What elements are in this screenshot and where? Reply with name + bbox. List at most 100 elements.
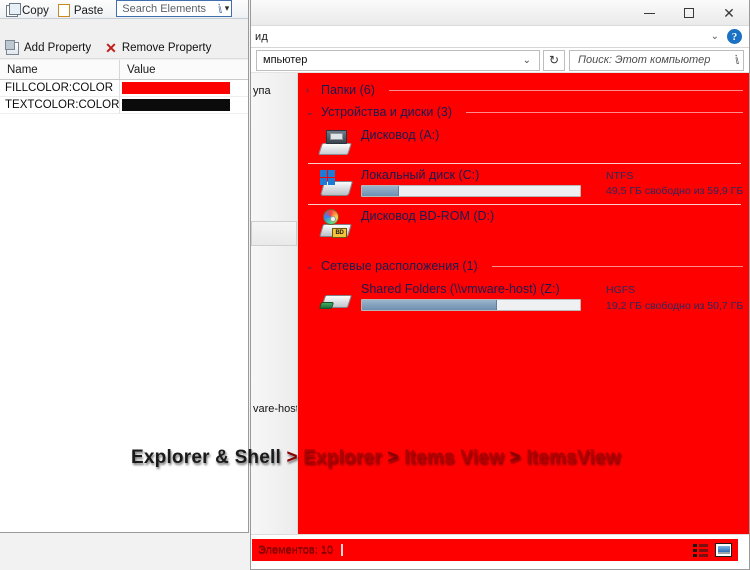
ribbon-tab-strip[interactable]: ид ⌄ ? [251,26,749,48]
breadcrumb-segment: > [387,447,398,468]
window-controls: ✕ [629,0,749,26]
add-property-button[interactable]: Add Property [6,42,91,55]
drive-meta: HGFS 19,2 ГБ свободно из 50,7 ГБ [606,282,741,313]
address-path-text: мпьютер [263,54,517,66]
table-row[interactable]: FILLCOLOR:COLOR [0,80,249,97]
group-rule [389,90,743,91]
maximize-icon [684,8,694,18]
drive-name: Дисковод (A:) [361,128,597,142]
drive-meta: NTFS 49,5 ГБ свободно из 59,9 ГБ [606,168,741,199]
group-header-folders[interactable]: › Папки (6) [298,79,749,101]
minimize-icon [644,13,655,14]
group-rule [492,266,743,267]
explorer-window: ✕ ид ⌄ ? мпьютер ⌄ ↻ Поиск: Этот компьют… [250,0,750,570]
drive-info: Shared Folders (\\vmware-host) (Z:) [361,282,597,311]
address-chevron-down-icon[interactable]: ⌄ [517,55,537,66]
property-value-cell[interactable] [120,80,249,97]
list-item[interactable]: Дисковод (A:) [298,123,749,163]
list-item[interactable]: BD Дисковод BD-ROM (D:) [298,204,749,244]
drive-info: Локальный диск (C:) [361,168,597,197]
refresh-icon: ↻ [549,53,559,67]
table-row[interactable]: TEXTCOLOR:COLOR [0,97,249,114]
chevron-down-icon[interactable]: ⌄ [711,31,719,42]
refresh-button[interactable]: ↻ [543,50,565,71]
address-row: мпьютер ⌄ ↻ Поиск: Этот компьютер ⅈ [251,48,749,73]
capacity-bar-fill [362,186,399,196]
nav-fragment-vmware-host[interactable]: vare-host [253,403,298,415]
group-header-network[interactable]: ⌄ Сетевые расположения (1) [298,255,749,277]
drive-meta [606,209,741,210]
drive-name: Локальный диск (C:) [361,168,597,182]
nav-fragment-quick-access[interactable]: упа [253,85,271,97]
chevron-down-icon[interactable]: ▾ [225,3,230,14]
breadcrumb-segment: Explorer & Shell [131,447,281,468]
close-button[interactable]: ✕ [709,0,749,26]
group-header-devices[interactable]: ⌄ Устройства и диски (3) [298,101,749,123]
explorer-titlebar[interactable]: ✕ [251,0,749,26]
network-drive-icon [320,282,352,312]
column-header-value[interactable]: Value [120,60,249,79]
details-view-button[interactable] [691,542,709,558]
breadcrumb-segment: > [286,447,297,468]
editor-spacer [0,19,249,38]
list-item[interactable]: Локальный диск (C:) NTFS 49,5 ГБ свободн… [298,163,749,204]
list-item[interactable]: Shared Folders (\\vmware-host) (Z:) HGFS… [298,277,749,318]
property-value-cell[interactable] [120,97,249,114]
explorer-search-input[interactable]: Поиск: Этот компьютер ⅈ [569,50,744,71]
hard-disk-windows-icon [320,168,352,198]
remove-property-label: Remove Property [122,42,211,54]
add-property-label: Add Property [24,42,91,54]
status-bar: Элементов: 10 [251,534,749,569]
drive-name: Shared Folders (\\vmware-host) (Z:) [361,282,597,296]
search-icon: ⅈ [735,53,739,67]
property-name-cell: TEXTCOLOR:COLOR [0,97,120,114]
ribbon-tab-fragment[interactable]: ид [251,31,268,43]
nav-collapsed-item[interactable] [251,221,297,246]
breadcrumb-segment: Items View [404,447,504,468]
copy-icon [6,5,18,17]
search-elements-input[interactable]: Search Elements ⅈ ▾ [116,0,232,17]
editor-toolbar: Copy Paste Search Elements ⅈ ▾ [0,0,249,19]
add-property-icon [6,42,19,55]
free-space-label: 49,5 ГБ свободно из 59,9 ГБ [606,184,741,199]
copy-label: Copy [22,5,49,17]
group-label-folders: Папки (6) [321,83,375,97]
address-bar[interactable]: мпьютер ⌄ [256,50,540,71]
color-swatch[interactable] [121,81,231,95]
copy-button[interactable]: Copy [6,5,49,17]
group-label-devices: Устройства и диски (3) [321,105,452,119]
capacity-bar [361,299,581,311]
screenshot-root: ✕ ид ⌄ ? мпьютер ⌄ ↻ Поиск: Этот компьют… [0,0,750,570]
search-placeholder-text: Поиск: Этот компьютер [578,54,735,66]
drive-meta [606,128,741,129]
breadcrumb-segment: > [510,447,521,468]
ribbon-right-controls: ⌄ ? [711,29,749,44]
column-header-name[interactable]: Name [0,60,120,79]
status-bar-red-strip: Элементов: 10 [252,539,738,561]
remove-property-icon: ✕ [105,41,117,55]
minimize-button[interactable] [629,0,669,26]
paste-icon [58,4,70,17]
drive-info: Дисковод BD-ROM (D:) [361,209,597,226]
status-caret [341,544,343,556]
close-icon: ✕ [723,6,735,20]
large-icons-view-button[interactable] [714,542,732,558]
help-icon[interactable]: ? [727,29,742,44]
filesystem-label: HGFS [606,283,741,298]
group-label-network: Сетевые расположения (1) [321,259,478,273]
item-count-label: Элементов: 10 [258,544,333,556]
paste-button[interactable]: Paste [58,4,103,17]
filesystem-label: NTFS [606,169,741,184]
capacity-bar-fill [362,300,497,310]
color-swatch[interactable] [121,98,231,112]
breadcrumb: Explorer & Shell > Explorer > Items View… [131,447,621,469]
drive-name: Дисковод BD-ROM (D:) [361,209,597,223]
view-mode-buttons [691,542,732,558]
property-grid-header: Name Value [0,60,249,80]
chevron-down-icon: ⌄ [306,107,315,118]
breadcrumb-segment: ItemsView [526,447,620,468]
drive-info: Дисковод (A:) [361,128,597,145]
search-icon: ⅈ [218,2,222,16]
remove-property-button[interactable]: ✕ Remove Property [105,41,211,55]
maximize-button[interactable] [669,0,709,26]
